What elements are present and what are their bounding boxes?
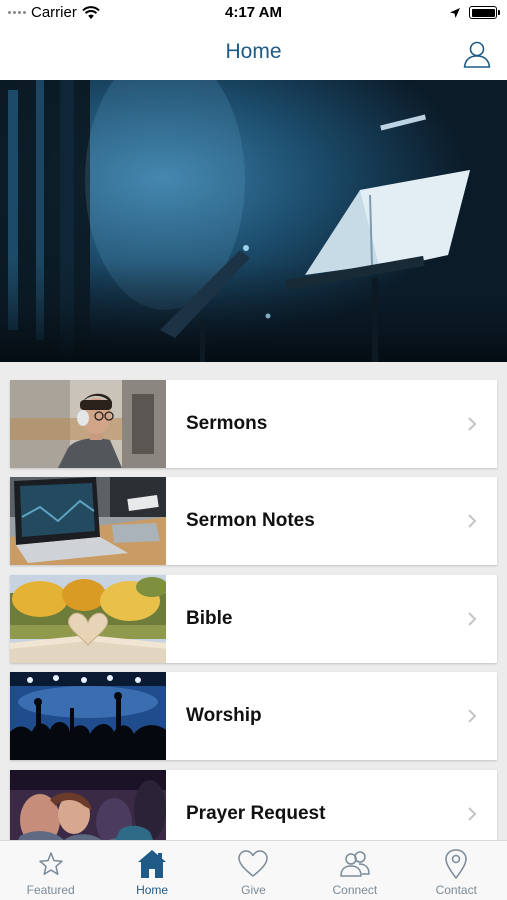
menu-item-label: Sermons	[186, 413, 268, 434]
tab-connect[interactable]: Connect	[304, 841, 405, 900]
menu-item-worship[interactable]: Worship	[10, 672, 497, 760]
chevron-right-icon	[468, 612, 477, 626]
chevron-right-icon	[468, 514, 477, 528]
menu-item-label: Worship	[186, 705, 262, 726]
hero-banner-image	[0, 80, 507, 362]
status-right	[449, 6, 500, 19]
battery-icon	[469, 6, 500, 19]
menu-item-sermon-notes[interactable]: Sermon Notes	[10, 477, 497, 565]
profile-button[interactable]	[461, 38, 493, 70]
location-arrow-icon	[450, 7, 460, 18]
page-title: Home	[225, 40, 282, 63]
menu-item-sermons[interactable]: Sermons	[10, 380, 497, 468]
menu-item-label: Bible	[186, 608, 233, 629]
open-bible-heart-pages-photo	[10, 575, 166, 663]
house-icon	[138, 850, 167, 878]
tab-bar: Featured Home Give Connect Contact	[0, 840, 507, 900]
worship-crowd-hands-raised-photo	[10, 672, 166, 760]
chevron-right-icon	[468, 807, 477, 821]
man-with-headphones-photo	[10, 380, 166, 468]
tab-home[interactable]: Home	[101, 841, 202, 900]
laptop-on-desk-photo	[10, 477, 166, 565]
navigation-bar: Home	[0, 28, 507, 80]
status-time: 4:17 AM	[225, 4, 282, 21]
tab-contact[interactable]: Contact	[406, 841, 507, 900]
tab-give[interactable]: Give	[203, 841, 304, 900]
menu-item-bible[interactable]: Bible	[10, 575, 497, 663]
tab-label: Give	[241, 883, 266, 897]
status-bar: Carrier 4:17 AM	[0, 0, 507, 28]
menu-item-label: Sermon Notes	[186, 510, 315, 531]
chevron-right-icon	[468, 709, 477, 723]
person-icon	[463, 41, 491, 68]
heart-icon	[238, 850, 269, 877]
map-pin-icon	[445, 849, 467, 879]
tab-label: Home	[136, 883, 169, 897]
congregation-seated-photo	[10, 770, 166, 840]
tab-featured[interactable]: Featured	[0, 841, 101, 900]
chevron-right-icon	[468, 417, 477, 431]
menu-item-prayer-request[interactable]: Prayer Request	[10, 770, 497, 840]
menu-list: Sermons Sermon Notes Bible Worship Praye…	[0, 362, 507, 840]
tab-label: Connect	[332, 883, 378, 897]
tab-label: Featured	[26, 883, 75, 897]
star-icon	[38, 852, 63, 875]
tab-label: Contact	[435, 883, 477, 897]
menu-item-label: Prayer Request	[186, 803, 326, 824]
people-icon	[340, 851, 370, 877]
